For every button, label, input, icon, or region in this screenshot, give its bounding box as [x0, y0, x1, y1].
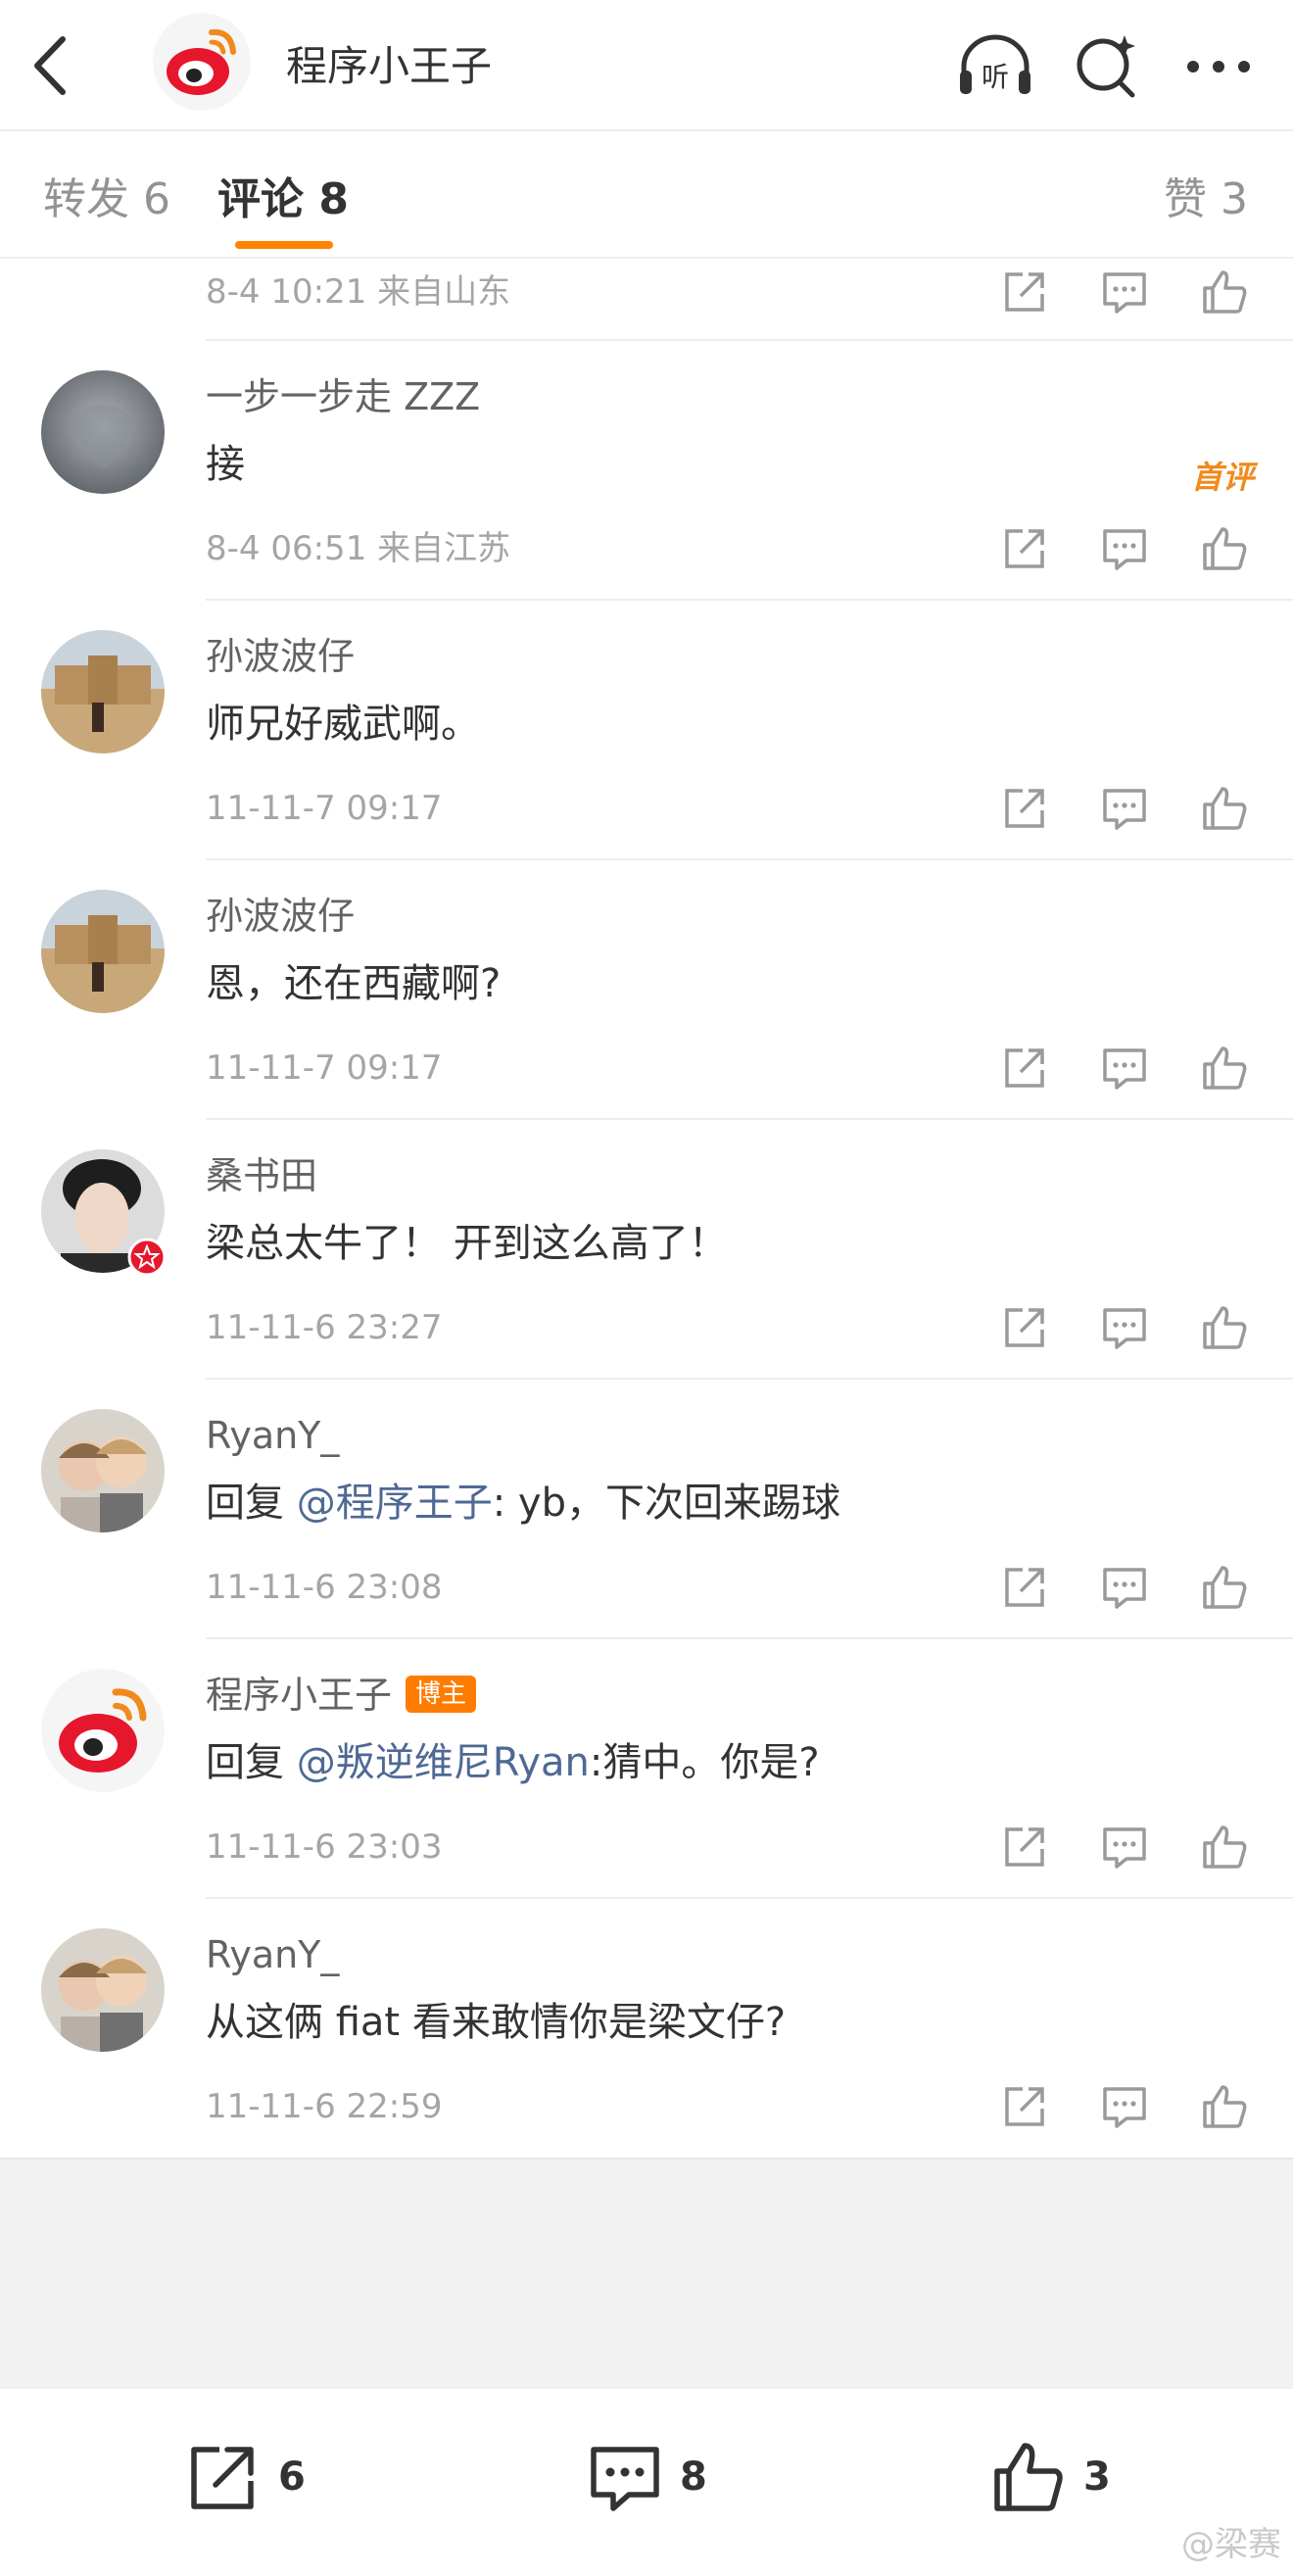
avatar[interactable] [41, 1928, 165, 2052]
avatar[interactable] [41, 630, 165, 753]
avatar[interactable] [41, 1669, 165, 1792]
share-icon[interactable] [999, 1043, 1050, 1094]
comment-meta: 11-11-7 09:17 [206, 789, 443, 828]
avatar[interactable] [41, 1409, 165, 1532]
comment-meta: 11-11-6 23:27 [206, 1308, 443, 1347]
comment-text: 师兄好威武啊。 [206, 702, 480, 747]
share-icon[interactable] [999, 783, 1050, 834]
more-options-icon[interactable] [1185, 47, 1252, 86]
top-header: 程序小王子 听 [0, 0, 1293, 131]
page-title: 程序小王子 [286, 42, 493, 90]
comment-meta: 11-11-6 22:59 [206, 2087, 443, 2126]
like-icon[interactable] [1199, 1043, 1250, 1094]
weibo-logo-icon [41, 1669, 165, 1792]
chevron-left-icon[interactable] [27, 33, 74, 98]
comment-username[interactable]: 孙波波仔 [206, 890, 355, 943]
reply-icon[interactable] [1099, 783, 1150, 834]
share-icon[interactable] [999, 1302, 1050, 1353]
comment-item: 8-4 10:21 来自山东 [0, 261, 1293, 341]
share-icon[interactable] [999, 1562, 1050, 1613]
listen-button[interactable]: 听 [956, 31, 1034, 100]
comment-username: 程序小王子 博主 [206, 1669, 477, 1722]
tab-repost[interactable]: 转发 6 [43, 169, 170, 231]
weibo-logo-icon [153, 13, 251, 111]
empty-area [0, 2158, 1293, 2387]
share-icon[interactable] [999, 2081, 1050, 2132]
reply-icon[interactable] [1099, 1302, 1150, 1353]
share-icon[interactable] [999, 267, 1050, 317]
like-icon[interactable] [1199, 2081, 1250, 2132]
comment-meta: 11-11-6 23:08 [206, 1568, 443, 1607]
comment-username[interactable]: RyanY_ [206, 1409, 339, 1462]
comment-meta: 8-4 10:21 来自山东 [206, 272, 511, 312]
mention-link[interactable]: @程序王子 [297, 1481, 493, 1526]
active-tab-indicator [235, 241, 333, 249]
reply-icon[interactable] [1099, 267, 1150, 317]
comment-item: RyanY_ 回复 @程序王子: yb，下次回来踢球 11-11-6 23:08 [0, 1380, 1293, 1639]
search-sparkle-icon[interactable] [1072, 31, 1140, 100]
comment-username[interactable]: 一步一步走 ZZZ [206, 370, 480, 423]
like-count: 3 [1083, 2454, 1111, 2500]
avatar[interactable] [41, 370, 165, 494]
tab-bar: 转发 6 评论 8 赞 3 [0, 133, 1293, 259]
comment-text: 从这俩 fiat 看来敢情你是梁文仔? [206, 2000, 787, 2045]
like-icon[interactable] [1199, 1822, 1250, 1872]
comment-text: 回复 @程序王子: yb，下次回来踢球 [206, 1481, 840, 1526]
comment-icon [591, 2447, 659, 2511]
like-icon[interactable] [1199, 1562, 1250, 1613]
comment-username[interactable]: RyanY_ [206, 1928, 339, 1981]
comment-list: 8-4 10:21 来自山东 一步一步走 ZZZ 首评 接 8-4 06:51 … [0, 261, 1293, 2159]
watermark: @梁赛 [1181, 2525, 1281, 2564]
comment-meta: 8-4 06:51 来自江苏 [206, 529, 511, 568]
verified-badge-icon [127, 1238, 167, 1277]
like-icon[interactable] [1199, 267, 1250, 317]
comment-meta: 11-11-6 23:03 [206, 1827, 443, 1867]
comment-text: 恩，还在西藏啊? [206, 961, 502, 1006]
comment-username[interactable]: 桑书田 [206, 1149, 317, 1202]
reply-icon[interactable] [1099, 1043, 1150, 1094]
header-avatar[interactable] [153, 13, 251, 111]
reply-icon[interactable] [1099, 523, 1150, 574]
comment-item: 程序小王子 博主 回复 @叛逆维尼Ryan:猜中。你是? 11-11-6 23:0… [0, 1639, 1293, 1899]
comment-count: 8 [680, 2454, 707, 2500]
reply-icon[interactable] [1099, 2081, 1150, 2132]
mention-link[interactable]: @叛逆维尼Ryan [297, 1740, 590, 1785]
tab-likes[interactable]: 赞 3 [1164, 169, 1248, 231]
svg-text:听: 听 [982, 61, 1009, 93]
comment-text: 梁总太牛了！ 开到这么高了！ [206, 1221, 728, 1266]
comment-item: 一步一步走 ZZZ 首评 接 8-4 06:51 来自江苏 [0, 341, 1293, 601]
headphones-icon: 听 [960, 34, 1030, 94]
like-icon[interactable] [1199, 1302, 1250, 1353]
reply-icon[interactable] [1099, 1562, 1150, 1613]
like-icon[interactable] [1199, 523, 1250, 574]
reply-icon[interactable] [1099, 1822, 1150, 1872]
blogger-badge: 博主 [406, 1676, 477, 1713]
first-comment-badge: 首评 [1190, 459, 1254, 496]
like-icon[interactable] [1199, 783, 1250, 834]
tab-comments[interactable]: 评论 8 [217, 169, 349, 231]
share-icon[interactable] [999, 1822, 1050, 1872]
comment-text: 回复 @叛逆维尼Ryan:猜中。你是? [206, 1740, 820, 1785]
avatar[interactable] [41, 890, 165, 1013]
comment-text: 接 [206, 442, 245, 487]
share-count: 6 [278, 2454, 306, 2500]
bottom-action-bar: 6 8 3 @梁赛 [0, 2387, 1293, 2576]
comment-username[interactable]: 孙波波仔 [206, 630, 355, 683]
comment-meta: 11-11-7 09:17 [206, 1048, 443, 1088]
share-icon [191, 2447, 254, 2509]
username-link[interactable]: 程序小王子 [206, 1674, 392, 1717]
comment-item: 孙波波仔 恩，还在西藏啊? 11-11-7 09:17 [0, 860, 1293, 1120]
comment-item: 孙波波仔 师兄好威武啊。 11-11-7 09:17 [0, 601, 1293, 860]
share-icon[interactable] [999, 523, 1050, 574]
comment-item: RyanY_ 从这俩 fiat 看来敢情你是梁文仔? 11-11-6 22:59 [0, 1899, 1293, 2159]
comment-item: 桑书田 梁总太牛了！ 开到这么高了！ 11-11-6 23:27 [0, 1120, 1293, 1380]
thumbs-up-icon [994, 2443, 1063, 2511]
